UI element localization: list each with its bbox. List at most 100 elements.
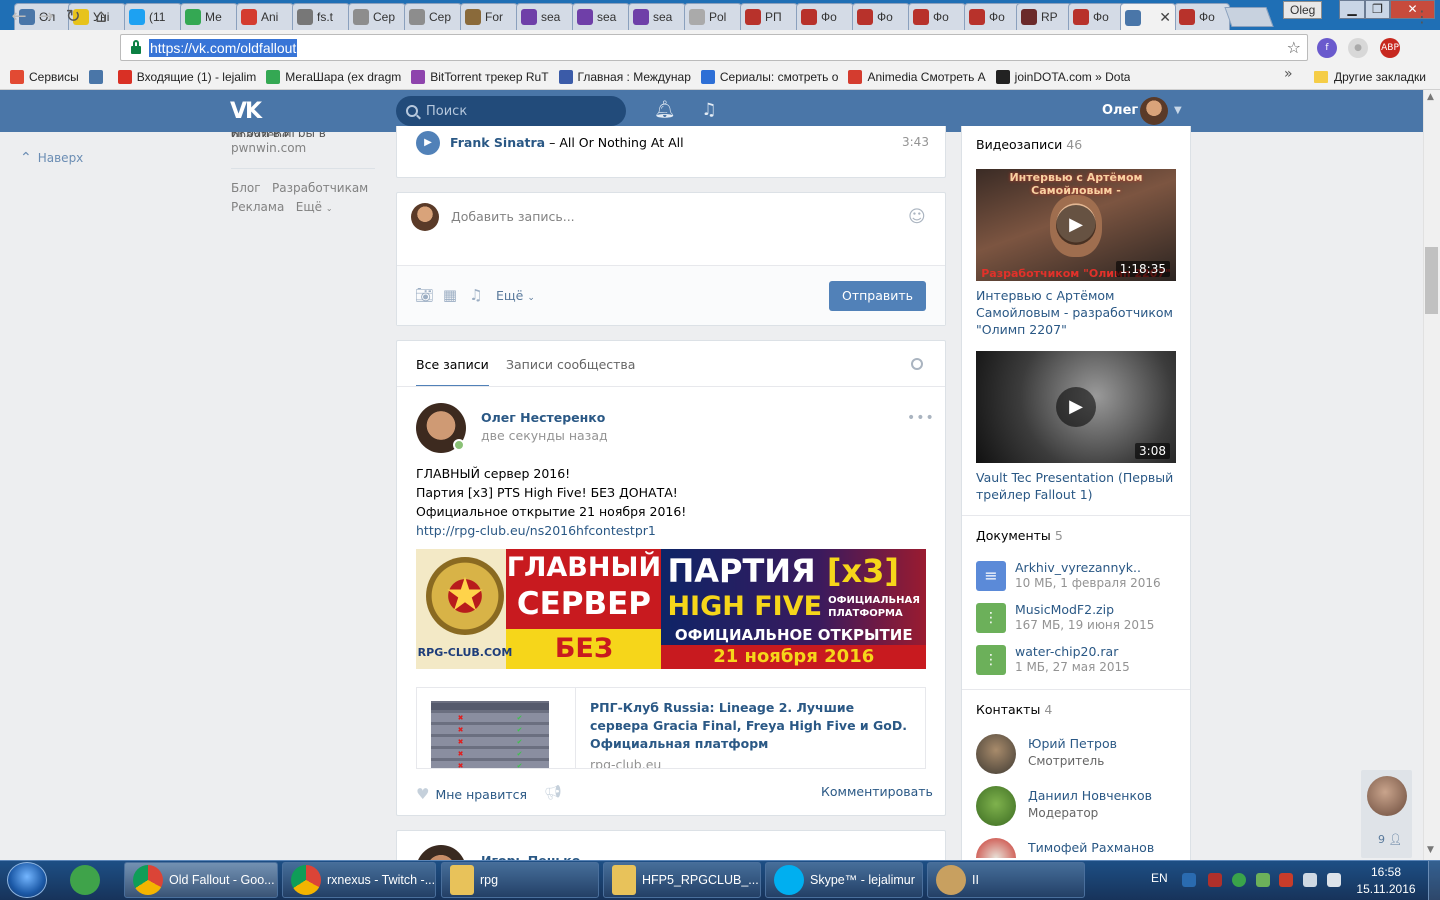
play-icon[interactable]: ▶ [1056,205,1096,245]
video-title[interactable]: Интервью с Артёмом Самойловым - разработ… [976,287,1176,338]
video-title[interactable]: Vault Tec Presentation (Первый трейлер F… [976,469,1176,503]
browser-tab[interactable]: ✕ [1120,3,1176,30]
post-link[interactable]: http://rpg-club.eu/ns2016hfcontestpr1 [416,521,926,540]
browser-tab[interactable]: Фо [908,3,966,30]
browser-tab[interactable]: Pol [684,3,742,30]
back-icon[interactable]: ← [8,7,30,27]
ad-title[interactable]: Играй в игры в браузере [231,132,375,137]
browser-tab[interactable]: sea [572,3,630,30]
profile-button[interactable]: Oleg [1283,1,1323,19]
other-bookmarks[interactable]: Другие закладки [1314,64,1426,90]
chrome-tray-icon[interactable] [1232,873,1246,887]
browser-tab[interactable]: РП [740,3,798,30]
audio-track[interactable]: Frank Sinatra – All Or Nothing At All [450,135,684,150]
camera-icon[interactable]: 📷︎ [415,286,434,304]
ad-site[interactable]: pwnwin.com [231,139,375,158]
bell-icon[interactable]: 🔔︎ [654,100,676,120]
browser-tab[interactable]: sea [628,3,686,30]
vk-logo[interactable]: VK [230,99,264,124]
post-image-banner[interactable]: ★ RPG-CLUB.COM ГЛАВНЫЙ СЕРВЕР БЕЗ ДОНАТА… [416,549,926,669]
steam-icon[interactable] [1182,873,1196,887]
forward-icon[interactable]: → [35,7,57,27]
system-clock[interactable]: 16:58 15.11.2016 [1356,864,1416,898]
browser-tab[interactable]: Фо [964,3,1022,30]
music-icon[interactable]: ♫ [700,100,718,120]
adblock-icon[interactable]: ABP [1380,38,1400,58]
browser-tab[interactable]: sea [516,3,574,30]
taskbar-button[interactable]: rpg [441,862,599,898]
list-item[interactable]: ≡ Arkhiv_vyrezannyk.. 10 МБ, 1 февраля 2… [976,560,1176,594]
chevron-down-icon[interactable]: ▼ [1174,105,1182,116]
browser-tab[interactable]: fs.t [292,3,350,30]
browser-tab[interactable]: Ме [180,3,238,30]
bookmark-item[interactable]: Входящие (1) - lejalim [117,69,256,84]
url-text[interactable]: https://vk.com/oldfallout [149,38,298,57]
footer-link-more[interactable]: Ещё [296,200,322,214]
menu-icon[interactable]: ⋮ [1411,7,1433,27]
comment-button[interactable]: Комментировать [821,784,933,799]
avatar[interactable] [1367,776,1407,816]
documents-header[interactable]: Документы 5 [976,528,1063,543]
browser-tab[interactable]: Фо [1174,3,1230,30]
scrollbar-thumb[interactable] [1425,247,1438,314]
browser-tab[interactable]: (11 [124,3,182,30]
bookmark-item[interactable] [88,69,108,84]
post-time[interactable]: две секунды назад [481,428,608,443]
bookmark-star-icon[interactable]: ☆ [1287,38,1301,57]
video-thumbnail[interactable]: ▶ 3:08 [976,351,1176,463]
video-thumbnail[interactable]: Интервью с Артёмом Самойловым - Разработ… [976,169,1176,281]
volume-icon[interactable] [1327,873,1341,887]
more-dots-icon[interactable]: ••• [907,410,935,426]
bookmark-item[interactable]: Animedia Смотреть А [848,69,986,84]
composer-more[interactable]: Ещё ⌄ [496,288,535,303]
search-input[interactable]: Поиск [396,96,626,126]
bookmark-item[interactable]: Главная : Междунар [558,69,691,84]
contacts-header[interactable]: Контакты 4 [976,702,1052,717]
footer-link-blog[interactable]: Блог [231,181,261,195]
address-bar[interactable]: https://vk.com/oldfallout ☆ [120,34,1308,61]
browser-tab[interactable]: For [460,3,518,30]
music-icon[interactable]: ♫ [467,286,485,304]
home-icon[interactable]: ⌂ [90,7,112,27]
footer-link-developers[interactable]: Разработчикам [272,181,368,195]
tab-community-posts[interactable]: Записи сообщества [506,357,635,372]
back-to-top-link[interactable]: ⌃ Наверх [20,150,83,166]
bookmarks-overflow-icon[interactable]: » [1284,66,1293,82]
taskbar-button[interactable] [62,862,118,898]
start-button[interactable] [7,862,47,898]
send-button[interactable]: Отправить [829,281,926,311]
share-icon[interactable]: 📢︎ [544,785,562,801]
bookmark-item[interactable]: BitTorrent трекер RuT [411,69,549,84]
tray-app-icon[interactable] [1279,873,1293,887]
show-desktop-button[interactable] [1428,861,1440,900]
post-input[interactable]: Добавить запись... [451,209,575,224]
bookmark-item[interactable]: МегаШара (ex dragm [266,69,401,84]
bookmark-item[interactable]: joinDOTA.com » Dota [995,69,1130,84]
taskbar-button[interactable]: rxnexus - Twitch -... [282,862,436,898]
taskbar-button[interactable]: II [927,862,1085,898]
extension-disabled-icon[interactable]: ● [1348,38,1368,58]
list-item[interactable]: ⋮ MusicModF2.zip 167 МБ, 19 июня 2015 [976,602,1176,636]
language-indicator[interactable]: EN [1151,871,1168,885]
tray-app-icon[interactable] [1256,873,1270,887]
list-item[interactable]: Даниил Новченков Модератор [976,786,1176,828]
play-icon[interactable]: ▶ [416,131,440,155]
videos-header[interactable]: Видеозаписи 46 [976,137,1082,152]
extension-icon[interactable]: f [1317,38,1337,58]
video-icon[interactable]: ▦ [441,286,459,304]
list-item[interactable]: Тимофей Рахманов [976,838,1176,858]
browser-tab[interactable]: Сер [404,3,462,30]
taskbar-button[interactable]: Skype™ - lejalimur [765,862,923,898]
tab-all-posts[interactable]: Все записи [416,357,489,387]
tab-close-icon[interactable]: ✕ [1155,9,1171,26]
scroll-up-icon[interactable]: ▲ [1427,92,1434,102]
avatar[interactable] [976,734,1016,774]
avatar[interactable] [976,838,1016,858]
post-author[interactable]: Игорь Пенько [481,853,580,860]
browser-tab[interactable]: RP [1016,3,1072,30]
reload-icon[interactable]: ↻ [62,7,84,27]
scroll-down-icon[interactable]: ▼ [1427,845,1434,855]
taskbar-button[interactable]: Old Fallout - Goo... [124,862,278,898]
play-icon[interactable]: ▶ [1056,387,1096,427]
like-button[interactable]: ♥ Мне нравится [416,785,527,803]
